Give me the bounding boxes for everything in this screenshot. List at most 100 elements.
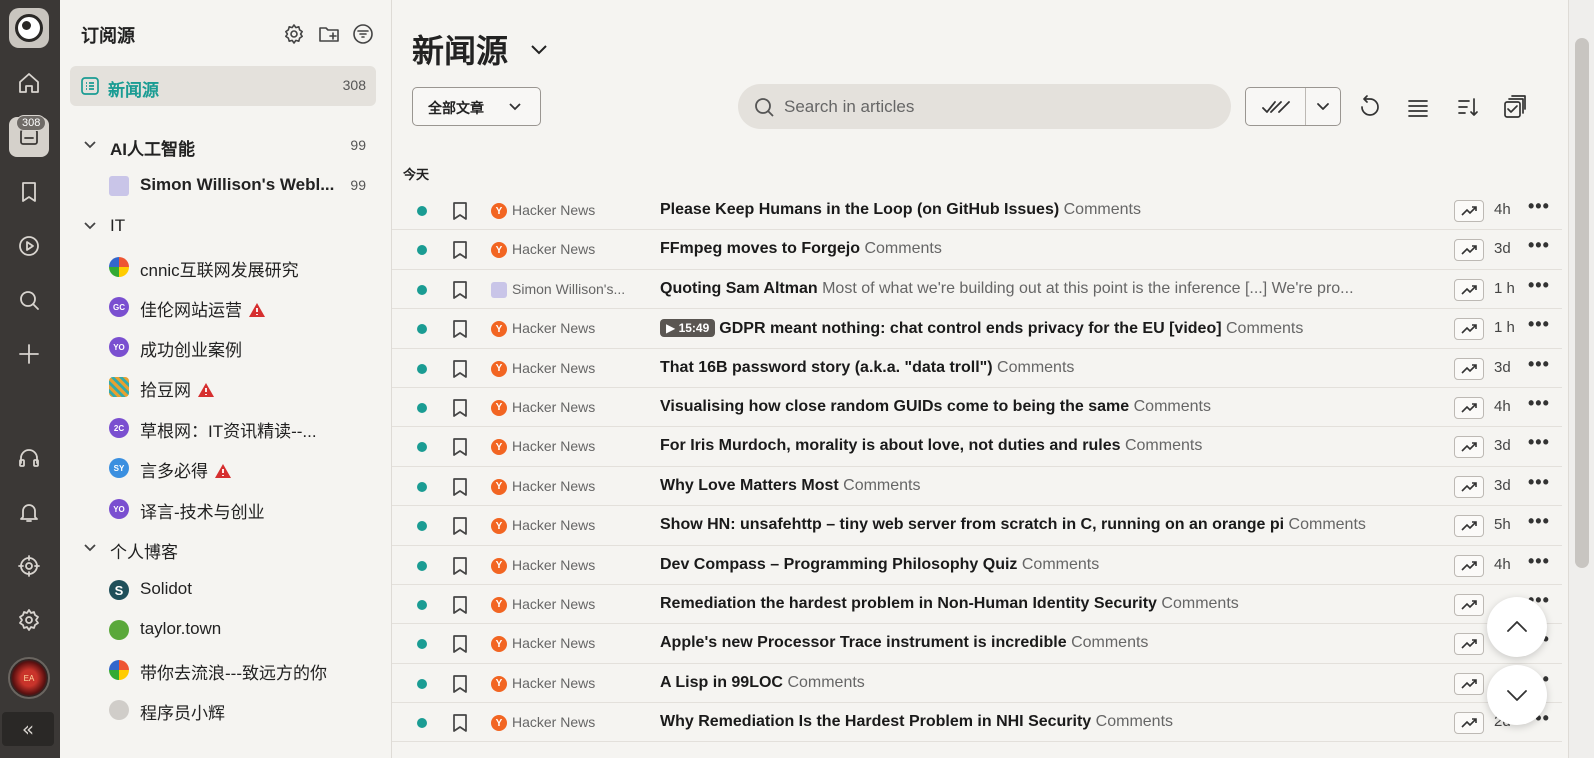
trend-icon[interactable] — [1454, 200, 1484, 222]
bookmark-icon[interactable] — [452, 320, 468, 339]
article-text[interactable]: Remediation the hardest problem in Non-H… — [660, 595, 1239, 613]
search-box[interactable] — [738, 84, 1231, 129]
feed-row[interactable]: S Solidot — [60, 570, 391, 610]
feed-row[interactable]: Simon Willison's Webl... 99 — [60, 166, 391, 206]
more-options-icon[interactable]: ••• — [1528, 235, 1550, 256]
article-row[interactable]: Y Hacker News Apple's new Processor Trace … — [392, 624, 1562, 664]
article-text[interactable]: Why Remediation Is the Hardest Problem i… — [660, 713, 1173, 731]
feed-row[interactable]: cnnic互联网发展研究 — [60, 247, 391, 287]
folder-row[interactable]: 个人博客 — [60, 529, 391, 569]
feed-row[interactable]: taylor.town — [60, 610, 391, 650]
feed-row[interactable]: YO 译言-技术与创业 — [60, 489, 391, 529]
feed-row[interactable]: 2C 草根网：IT资讯精读--... — [60, 408, 391, 448]
feed-row[interactable]: SY 言多必得 — [60, 448, 391, 488]
more-options-icon[interactable]: ••• — [1528, 472, 1550, 493]
bookmark-icon[interactable] — [452, 714, 468, 732]
bookmark-icon[interactable] — [452, 399, 468, 417]
headphones-icon[interactable] — [9, 438, 49, 478]
article-text[interactable]: That 16B password story (a.k.a. "data tr… — [660, 359, 1074, 377]
trend-icon[interactable] — [1454, 593, 1484, 616]
bookmark-icon[interactable] — [452, 280, 468, 299]
article-row[interactable]: Y Hacker News Please Keep Humans in the Lo… — [392, 191, 1562, 231]
article-text[interactable]: Why Love Matters Most Comments — [660, 477, 921, 495]
trend-icon[interactable] — [1454, 436, 1484, 459]
article-row[interactable]: Y Hacker News ▶ 15:49 GDPR meant nothing: c… — [392, 309, 1562, 349]
home-icon[interactable] — [9, 63, 49, 103]
bookmark-icon[interactable] — [452, 359, 468, 378]
more-options-icon[interactable]: ••• — [1528, 275, 1550, 296]
target-icon[interactable] — [9, 546, 49, 586]
trend-icon[interactable] — [1454, 278, 1484, 301]
feed-row[interactable]: 程序员小辉 — [60, 690, 391, 730]
chevron-down-icon[interactable] — [83, 138, 97, 152]
view-mode-icon[interactable] — [1405, 94, 1431, 120]
search-icon[interactable] — [9, 280, 49, 320]
feed-row[interactable]: 拾豆网 — [60, 367, 391, 407]
article-text[interactable]: ▶ 15:49 GDPR meant nothing: chat control … — [660, 319, 1303, 338]
bookmark-icon[interactable] — [452, 438, 468, 457]
more-options-icon[interactable]: ••• — [1528, 551, 1550, 572]
scroll-thumb[interactable] — [1575, 38, 1589, 568]
more-options-icon[interactable]: ••• — [1528, 314, 1550, 335]
gear-icon[interactable] — [9, 600, 49, 640]
settings-icon[interactable] — [283, 23, 305, 45]
user-avatar[interactable]: EA — [8, 657, 50, 699]
article-row[interactable]: Y Hacker News Dev Compass – Programming Ph… — [392, 546, 1562, 585]
mark-all-read-button[interactable] — [1246, 88, 1306, 125]
folder-row[interactable]: AI人工智能 99 — [60, 126, 391, 166]
chevron-down-icon[interactable] — [83, 541, 97, 555]
mark-read-split-button[interactable] — [1245, 87, 1341, 126]
bookmark-icon[interactable] — [452, 241, 468, 260]
more-options-icon[interactable]: ••• — [1528, 432, 1550, 453]
article-row[interactable]: Y Hacker News Remediation the hardest prob… — [392, 585, 1562, 625]
article-text[interactable]: Please Keep Humans in the Loop (on GitHu… — [660, 201, 1141, 219]
article-row[interactable]: Y Hacker News Why Remediation Is the Harde… — [392, 703, 1562, 743]
search-input[interactable] — [784, 95, 1204, 119]
article-row[interactable]: Y Hacker News Show HN: unsafehttp – tiny w… — [392, 506, 1562, 546]
plus-icon[interactable] — [9, 334, 49, 374]
bookmark-icon[interactable] — [452, 517, 468, 535]
more-options-icon[interactable]: ••• — [1528, 196, 1550, 217]
sort-icon[interactable] — [1455, 94, 1481, 120]
bookmark-icon[interactable] — [452, 674, 468, 693]
bookmark-icon[interactable] — [452, 596, 468, 614]
article-text[interactable]: For Iris Murdoch, morality is about love… — [660, 437, 1202, 455]
bookmark-icon[interactable] — [9, 172, 49, 212]
trend-icon[interactable] — [1454, 357, 1484, 380]
scroll-down-button[interactable] — [1487, 665, 1547, 725]
trend-icon[interactable] — [1454, 712, 1484, 735]
article-text[interactable]: Dev Compass – Programming Philosophy Qui… — [660, 556, 1099, 574]
article-text[interactable]: A Lisp in 99LOC Comments — [660, 674, 865, 692]
bookmark-icon[interactable] — [452, 202, 468, 220]
scroll-up-button[interactable] — [1487, 597, 1547, 657]
feed-row[interactable]: 带你去流浪---致远方的你 — [60, 650, 391, 690]
more-options-icon[interactable]: ••• — [1528, 354, 1550, 375]
article-text[interactable]: Visualising how close random GUIDs come … — [660, 398, 1211, 416]
scrollbar[interactable] — [1568, 0, 1594, 758]
batch-select-icon[interactable] — [1502, 94, 1528, 120]
folder-row[interactable]: IT — [60, 207, 391, 247]
article-row[interactable]: Y Hacker News Visualising how close random… — [392, 388, 1562, 428]
feed-row[interactable]: GC 佳伦网站运营 — [60, 287, 391, 327]
article-row[interactable]: Y Hacker News Why Love Matters Most Commen… — [392, 467, 1562, 507]
article-row[interactable]: Y Hacker News That 16B password story (a.k… — [392, 349, 1562, 388]
mark-read-options-button[interactable] — [1306, 88, 1340, 125]
refresh-icon[interactable] — [1357, 94, 1383, 120]
trend-icon[interactable] — [1454, 396, 1484, 419]
chevron-down-icon[interactable] — [83, 219, 97, 233]
bookmark-icon[interactable] — [452, 635, 468, 654]
trend-icon[interactable] — [1454, 633, 1484, 656]
feed-row[interactable]: YO 成功创业案例 — [60, 327, 391, 367]
collapse-sidebar-button[interactable]: « — [2, 712, 54, 746]
bookmark-icon[interactable] — [452, 556, 468, 575]
chevron-down-icon[interactable] — [528, 38, 550, 60]
article-row[interactable]: Simon Willison's... Quoting Sam Altman Mo… — [392, 270, 1562, 310]
trend-icon[interactable] — [1454, 515, 1484, 538]
article-text[interactable]: Quoting Sam Altman Most of what we're bu… — [660, 280, 1354, 298]
bell-icon[interactable] — [9, 492, 49, 532]
article-text[interactable]: FFmpeg moves to Forgejo Comments — [660, 240, 942, 258]
bookmark-icon[interactable] — [452, 477, 468, 496]
trend-icon[interactable] — [1454, 239, 1484, 262]
filter-icon[interactable] — [352, 23, 374, 45]
play-circle-icon[interactable] — [9, 226, 49, 266]
